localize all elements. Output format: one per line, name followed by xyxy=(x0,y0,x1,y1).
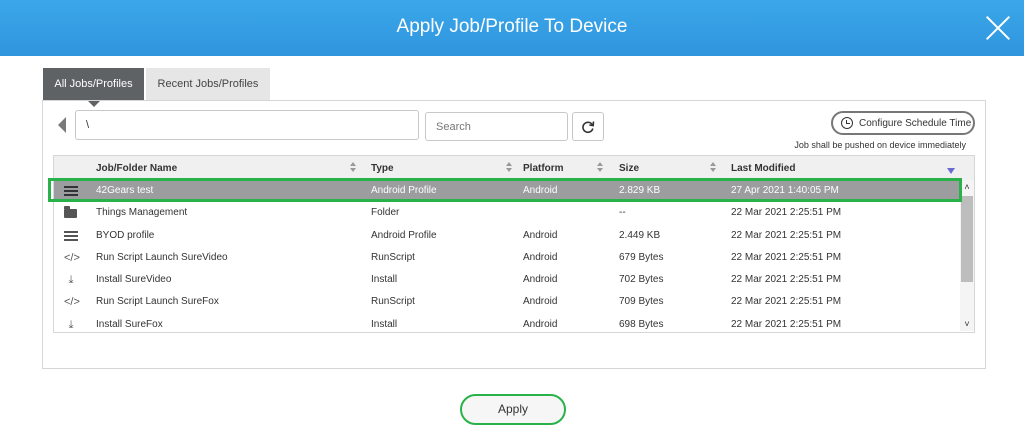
profile-icon xyxy=(64,230,78,241)
search-input[interactable] xyxy=(425,112,568,141)
scrollbar-thumb[interactable] xyxy=(961,196,973,282)
configure-schedule-label: Configure Schedule Time xyxy=(859,117,972,129)
table-row[interactable]: </> Run Script Launch SureFox RunScript … xyxy=(54,291,959,313)
row-modified: 22 Mar 2021 2:25:51 PM xyxy=(731,207,842,219)
refresh-icon xyxy=(582,120,595,133)
code-icon: </> xyxy=(64,251,80,264)
column-header-type[interactable]: Type xyxy=(371,163,394,174)
row-size: 709 Bytes xyxy=(619,296,664,308)
table-scrollbar[interactable]: ˄ ˅ xyxy=(960,180,974,331)
table-row[interactable]: ⤓ Install SureFox Install Android 698 By… xyxy=(54,314,959,332)
folder-icon xyxy=(64,206,77,219)
sort-icon[interactable] xyxy=(710,162,716,174)
row-modified: 22 Mar 2021 2:25:51 PM xyxy=(731,296,842,308)
download-icon: ⤓ xyxy=(68,318,74,331)
table-row[interactable]: ⤓ Install SureVideo Install Android 702 … xyxy=(54,269,959,291)
path-input[interactable] xyxy=(75,110,419,140)
table-body: 42Gears test Android Profile Android 2.8… xyxy=(54,180,959,332)
chevron-up-icon[interactable]: ˄ xyxy=(963,183,971,192)
row-name: Run Script Launch SureFox xyxy=(96,296,219,308)
chevron-down-icon[interactable]: ˅ xyxy=(963,320,971,329)
row-platform: Android xyxy=(523,274,558,286)
row-size: 702 Bytes xyxy=(619,274,664,286)
row-modified: 22 Mar 2021 2:25:51 PM xyxy=(731,251,842,263)
row-name: BYOD profile xyxy=(96,229,155,241)
row-type: Folder xyxy=(371,207,400,219)
row-type: Install xyxy=(371,274,398,286)
schedule-note: Job shall be pushed on device immediatel… xyxy=(794,140,966,150)
back-arrow-icon[interactable] xyxy=(58,117,66,133)
sort-icon[interactable] xyxy=(506,162,512,174)
row-size: 679 Bytes xyxy=(619,251,664,263)
row-name: Things Management xyxy=(96,207,188,219)
row-platform: Android xyxy=(523,229,558,241)
row-type: RunScript xyxy=(371,251,415,263)
table-row[interactable]: </> Run Script Launch SureVideo RunScrip… xyxy=(54,247,959,269)
row-platform: Android xyxy=(523,296,558,308)
column-header-last-modified[interactable]: Last Modified xyxy=(731,163,795,174)
row-modified: 22 Mar 2021 2:25:51 PM xyxy=(731,229,842,241)
sort-icon[interactable] xyxy=(597,162,603,174)
row-platform: Android xyxy=(523,318,558,330)
row-modified: 22 Mar 2021 2:25:51 PM xyxy=(731,274,842,286)
row-modified: 22 Mar 2021 2:25:51 PM xyxy=(731,318,842,330)
close-icon[interactable] xyxy=(984,14,1012,42)
apply-job-dialog: Apply Job/Profile To Device All Jobs/Pro… xyxy=(0,0,1024,441)
row-size: 698 Bytes xyxy=(619,318,664,330)
selected-row-highlight xyxy=(48,178,962,202)
row-name: Run Script Launch SureVideo xyxy=(96,251,228,263)
row-name: Install SureVideo xyxy=(96,274,172,286)
configure-schedule-button[interactable]: Configure Schedule Time xyxy=(831,111,975,135)
table-header: Job/Folder Name Type Platform Size Last … xyxy=(54,156,974,180)
dialog-title: Apply Job/Profile To Device xyxy=(396,16,628,37)
table-row[interactable]: BYOD profile Android Profile Android 2.4… xyxy=(54,225,959,247)
download-icon: ⤓ xyxy=(68,274,74,287)
dialog-header: Apply Job/Profile To Device xyxy=(0,0,1024,56)
filter-icon[interactable] xyxy=(947,168,955,174)
sort-icon[interactable] xyxy=(350,162,356,174)
row-type: Install xyxy=(371,318,398,330)
refresh-button[interactable] xyxy=(572,112,604,141)
row-name: Install SureFox xyxy=(96,318,163,330)
row-size: 2.449 KB xyxy=(619,229,661,241)
apply-button[interactable]: Apply xyxy=(460,394,566,425)
clock-icon xyxy=(841,117,853,129)
column-header-size[interactable]: Size xyxy=(619,163,639,174)
column-header-name[interactable]: Job/Folder Name xyxy=(96,163,177,174)
tab-recent-jobs[interactable]: Recent Jobs/Profiles xyxy=(146,68,270,100)
row-type: Android Profile xyxy=(371,229,437,241)
code-icon: </> xyxy=(64,296,80,309)
table-row[interactable]: Things Management Folder -- 22 Mar 2021 … xyxy=(54,202,959,224)
row-type: RunScript xyxy=(371,296,415,308)
column-header-platform[interactable]: Platform xyxy=(523,163,564,174)
row-platform: Android xyxy=(523,251,558,263)
tab-all-jobs[interactable]: All Jobs/Profiles xyxy=(43,68,144,107)
row-size: -- xyxy=(619,207,626,219)
